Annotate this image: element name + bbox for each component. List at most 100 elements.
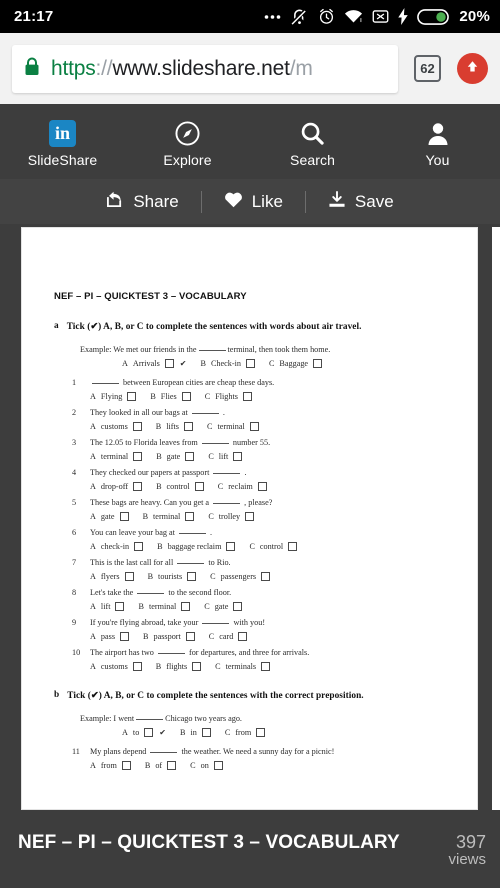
option-a[interactable]: Acustoms	[90, 662, 142, 671]
nav-item-search[interactable]: Search	[250, 120, 375, 168]
option-b[interactable]: Bterminal	[143, 512, 195, 521]
option-checkbox[interactable]	[245, 359, 255, 368]
option-checkbox[interactable]	[261, 572, 271, 581]
option-b[interactable]: Btourists	[148, 572, 197, 581]
option-checkbox[interactable]	[119, 512, 129, 521]
option-a[interactable]: Agate	[90, 512, 129, 521]
option-b[interactable]: Bflights	[156, 662, 202, 671]
option-c[interactable]: Clift	[208, 452, 243, 461]
option-checkbox[interactable]	[185, 452, 195, 461]
option-checkbox[interactable]	[201, 728, 211, 737]
option-a[interactable]: A Arrivals ✔	[122, 359, 186, 368]
option-checkbox[interactable]	[194, 482, 204, 491]
option-checkbox[interactable]	[121, 761, 131, 770]
option-c[interactable]: Cterminal	[207, 422, 259, 431]
option-checkbox[interactable]	[183, 422, 193, 431]
option-b[interactable]: Blifts	[156, 422, 193, 431]
option-b[interactable]: Bin	[180, 728, 211, 737]
option-c[interactable]: Creclaim	[218, 482, 267, 491]
option-a[interactable]: Acheck-in	[90, 542, 144, 551]
option-checkbox[interactable]	[133, 482, 143, 491]
option-checkbox[interactable]	[185, 512, 195, 521]
option-b[interactable]: Bbaggage reclaim	[157, 542, 236, 551]
option-a[interactable]: A Flying	[90, 392, 137, 401]
nav-item-slideshare[interactable]: in SlideShare	[0, 119, 125, 168]
option-a[interactable]: Alift	[90, 602, 125, 611]
slide-page[interactable]: NEF – PI – QUICKTEST 3 – VOCABULARY a Ti…	[21, 227, 478, 810]
option-checkbox[interactable]	[132, 662, 142, 671]
option-c[interactable]: C Flights	[205, 392, 252, 401]
option-a[interactable]: Aflyers	[90, 572, 134, 581]
option-letter: C	[208, 512, 214, 521]
option-a[interactable]: Aterminal	[90, 452, 143, 461]
option-checkbox[interactable]	[167, 761, 177, 770]
option-c[interactable]: Ccard	[209, 632, 248, 641]
wifi-icon	[344, 9, 363, 24]
option-b[interactable]: B Flies	[150, 392, 191, 401]
option-b[interactable]: Bcontrol	[156, 482, 204, 491]
save-button[interactable]: Save	[306, 190, 416, 213]
option-letter: B	[180, 728, 186, 737]
like-button[interactable]: Like	[202, 191, 305, 213]
slide-viewer[interactable]: NEF – PI – QUICKTEST 3 – VOCABULARY a Ti…	[0, 224, 500, 821]
option-checkbox[interactable]	[249, 422, 259, 431]
option-checkbox[interactable]	[233, 452, 243, 461]
option-c[interactable]: Cterminals	[215, 662, 271, 671]
option-c[interactable]: Cpassengers	[210, 572, 271, 581]
option-a[interactable]: Acustoms	[90, 422, 142, 431]
option-checkbox[interactable]	[238, 632, 248, 641]
option-checkbox[interactable]	[181, 392, 191, 401]
nav-label-you: You	[425, 151, 450, 168]
option-checkbox[interactable]	[133, 452, 143, 461]
option-checkbox[interactable]	[245, 512, 255, 521]
nav-item-you[interactable]: You	[375, 120, 500, 168]
option-a[interactable]: Ato ✔	[122, 728, 166, 737]
question-text-after: to Rio.	[206, 558, 231, 567]
share-button[interactable]: Share	[84, 191, 200, 213]
tab-counter-button[interactable]: 62	[414, 55, 441, 82]
option-c[interactable]: Ccontrol	[249, 542, 298, 551]
question-row: 4 They checked our papers at passport .	[54, 468, 445, 477]
option-checkbox[interactable]	[187, 572, 197, 581]
section-letter-b: b	[54, 690, 60, 700]
option-c[interactable]: Con	[190, 761, 223, 770]
option-checkbox[interactable]	[124, 572, 134, 581]
option-checkbox[interactable]	[134, 542, 144, 551]
option-a[interactable]: Adrop-off	[90, 482, 143, 491]
option-checkbox[interactable]	[213, 761, 223, 770]
url-bar[interactable]: https://www.slideshare.net/m	[12, 44, 398, 93]
option-b[interactable]: Bgate	[156, 452, 195, 461]
option-b[interactable]: Bpassport	[143, 632, 195, 641]
option-b[interactable]: B Check-in	[200, 359, 255, 368]
option-c[interactable]: Cfrom	[225, 728, 266, 737]
option-c[interactable]: C Baggage	[269, 359, 323, 368]
next-slide-preview[interactable]	[492, 227, 500, 810]
option-checkbox[interactable]	[181, 602, 191, 611]
option-c[interactable]: Cgate	[204, 602, 243, 611]
question-options: Aterminal Bgate Clift	[54, 452, 445, 461]
option-checkbox[interactable]	[288, 542, 298, 551]
option-checkbox[interactable]	[257, 482, 267, 491]
option-checkbox[interactable]	[256, 728, 266, 737]
option-checkbox[interactable]	[132, 422, 142, 431]
option-b[interactable]: Bof	[145, 761, 177, 770]
option-checkbox[interactable]	[192, 662, 202, 671]
upload-button[interactable]	[457, 53, 488, 84]
option-checkbox[interactable]	[226, 542, 236, 551]
option-b[interactable]: Bterminal	[138, 602, 191, 611]
option-checkbox[interactable]	[120, 632, 130, 641]
option-a[interactable]: Afrom	[90, 761, 131, 770]
option-a[interactable]: Apass	[90, 632, 130, 641]
option-checkbox[interactable]	[233, 602, 243, 611]
option-checkbox[interactable]	[185, 632, 195, 641]
question-number: 1	[72, 378, 77, 387]
option-checkbox[interactable]	[313, 359, 323, 368]
option-checkbox[interactable]	[242, 392, 252, 401]
option-checkbox[interactable]	[164, 359, 174, 368]
option-checkbox[interactable]	[127, 392, 137, 401]
option-checkbox[interactable]	[115, 602, 125, 611]
option-checkbox[interactable]	[261, 662, 271, 671]
nav-item-explore[interactable]: Explore	[125, 120, 250, 168]
option-checkbox[interactable]	[144, 728, 154, 737]
option-c[interactable]: Ctrolley	[208, 512, 255, 521]
